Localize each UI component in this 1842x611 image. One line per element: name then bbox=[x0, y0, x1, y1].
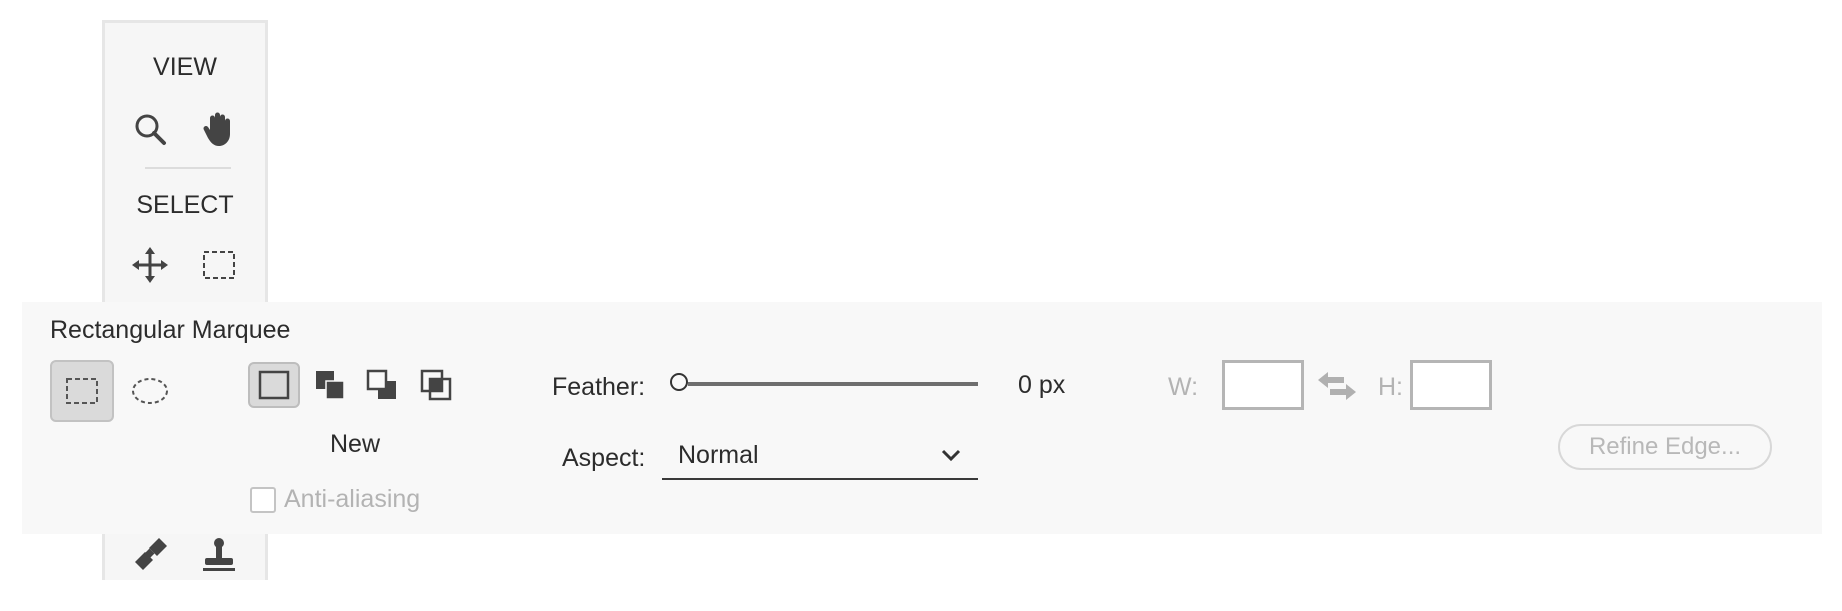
toolbox-divider bbox=[145, 167, 231, 169]
subtract-from-selection-button[interactable] bbox=[356, 362, 408, 408]
elliptical-marquee-icon bbox=[132, 378, 168, 404]
anti-aliasing-label: Anti-aliasing bbox=[284, 485, 421, 513]
new-selection-button[interactable] bbox=[248, 362, 300, 408]
options-title: Rectangular Marquee bbox=[50, 316, 291, 344]
healing-brush-tool-icon[interactable] bbox=[126, 531, 174, 579]
marquee-options-panel: Rectangular Marquee New Anti-aliasing Fe… bbox=[22, 302, 1822, 534]
add-to-selection-button[interactable] bbox=[304, 362, 356, 408]
feather-slider-knob[interactable] bbox=[670, 373, 688, 391]
marquee-tool-icon[interactable] bbox=[195, 241, 243, 289]
aspect-selected-value: Normal bbox=[678, 440, 759, 469]
chevron-down-icon bbox=[941, 449, 961, 462]
anti-aliasing-checkbox[interactable] bbox=[250, 487, 276, 513]
subtract-from-selection-icon bbox=[366, 369, 396, 399]
clone-stamp-tool-icon[interactable] bbox=[195, 531, 243, 579]
swap-dimensions-icon[interactable] bbox=[1318, 370, 1356, 407]
refine-edge-button[interactable]: Refine Edge... bbox=[1558, 424, 1772, 470]
selection-mode-label: New bbox=[330, 430, 381, 458]
new-selection-icon bbox=[258, 370, 290, 400]
width-label: W: bbox=[1168, 373, 1199, 401]
rectangular-marquee-button[interactable] bbox=[50, 360, 114, 422]
aspect-dropdown[interactable]: Normal bbox=[662, 432, 978, 480]
rectangular-marquee-icon bbox=[66, 378, 98, 404]
aspect-label: Aspect: bbox=[562, 444, 646, 472]
width-input[interactable] bbox=[1222, 360, 1304, 410]
intersect-with-selection-icon bbox=[420, 369, 452, 401]
elliptical-marquee-button[interactable] bbox=[118, 360, 182, 422]
add-to-selection-icon bbox=[316, 371, 345, 400]
height-input[interactable] bbox=[1410, 360, 1492, 410]
zoom-tool-icon[interactable] bbox=[126, 105, 174, 153]
hand-tool-icon[interactable] bbox=[195, 105, 243, 153]
intersect-with-selection-button[interactable] bbox=[410, 362, 462, 408]
view-section-heading: VIEW bbox=[153, 53, 217, 81]
select-section-heading: SELECT bbox=[136, 191, 234, 219]
feather-slider-track[interactable] bbox=[688, 382, 978, 386]
move-tool-icon[interactable] bbox=[126, 241, 174, 289]
feather-value: 0 px bbox=[1018, 371, 1066, 399]
feather-label: Feather: bbox=[552, 373, 646, 401]
height-label: H: bbox=[1378, 373, 1403, 401]
